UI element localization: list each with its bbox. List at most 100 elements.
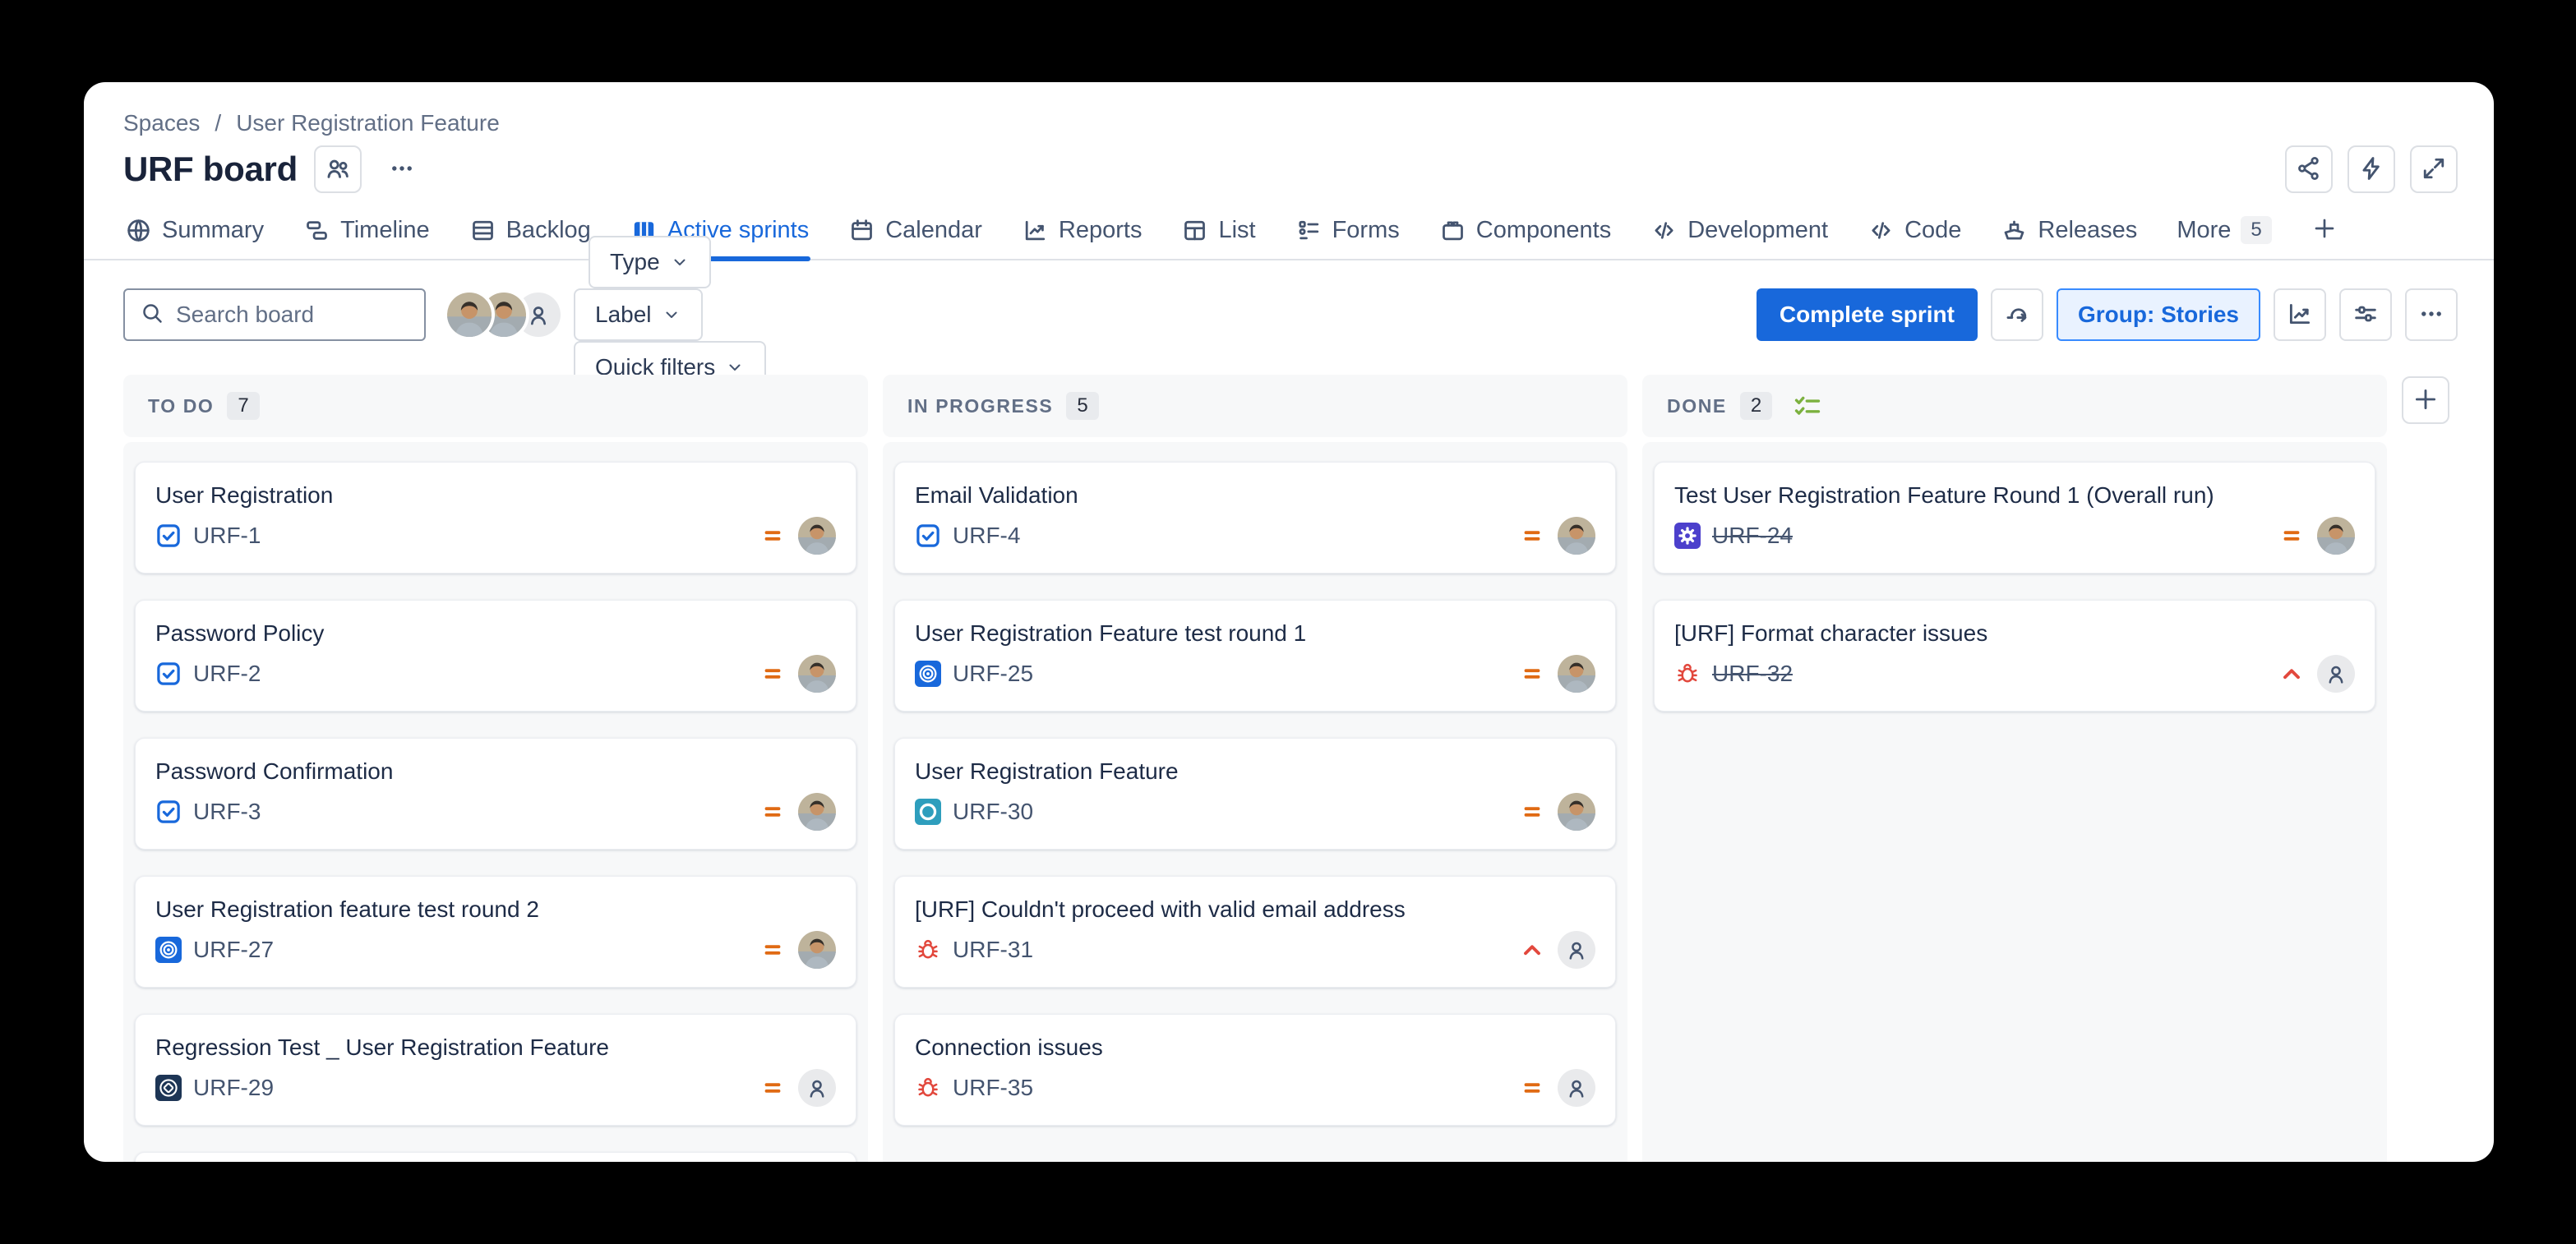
tab-count-badge: 5	[2241, 216, 2271, 244]
group-by-button[interactable]: Group: Stories	[2057, 288, 2260, 341]
card-urf-3[interactable]: Password Confirmation URF-3	[135, 738, 856, 850]
card-urf-35[interactable]: Connection issues URF-35	[894, 1014, 1616, 1126]
share-button[interactable]	[2285, 145, 2333, 193]
card-title: Email Validation	[915, 481, 1595, 509]
card-title: Regression Test _ User Registration Feat…	[155, 1033, 836, 1062]
assignee-avatar-unassigned	[2317, 655, 2355, 693]
card-key: URF-24	[1712, 523, 1793, 549]
tab-timeline[interactable]: Timeline	[302, 210, 432, 259]
card-urf-2[interactable]: Password Policy URF-2	[135, 600, 856, 712]
tab-strip: SummaryTimelineBacklogActive sprintsCale…	[84, 209, 2494, 260]
column-body-todo: User Registration URF-1 Password Policy …	[123, 442, 868, 1162]
add-tab-button[interactable]	[2311, 209, 2338, 259]
add-column-button[interactable]	[2402, 376, 2449, 424]
card-urf-24[interactable]: Test User Registration Feature Round 1 (…	[1654, 462, 2375, 574]
tab-reports[interactable]: Reports	[1020, 210, 1144, 259]
avatar[interactable]	[447, 293, 492, 337]
column-count-badge: 2	[1740, 392, 1772, 420]
reports-icon	[1022, 217, 1049, 244]
app-window: Spaces/User Registration Feature URF boa…	[84, 82, 2494, 1162]
tab-development[interactable]: Development	[1649, 210, 1830, 259]
tab-releases[interactable]: Releases	[1999, 210, 2139, 259]
chevron-down-icon	[662, 305, 681, 325]
complete-sprint-button[interactable]: Complete sprint	[1757, 288, 1978, 341]
automation-button[interactable]	[2347, 145, 2395, 193]
tab-label: Code	[1904, 217, 1961, 244]
code-icon	[1650, 217, 1678, 244]
card-urf-32[interactable]: [URF] Format character issues URF-32	[1654, 600, 2375, 712]
card-meta: URF-1	[155, 517, 836, 555]
toolbar-right: Complete sprint Group: Stories	[1757, 288, 2458, 341]
card-urf-30[interactable]: User Registration Feature URF-30	[894, 738, 1616, 850]
breadcrumb-item[interactable]: User Registration Feature	[236, 110, 500, 136]
breadcrumb: Spaces/User Registration Feature	[123, 110, 500, 136]
assignee-avatar-unassigned	[1558, 931, 1595, 969]
card-key: URF-2	[193, 661, 261, 687]
card-meta: URF-35	[915, 1069, 1595, 1107]
priority-medium-icon	[760, 938, 785, 962]
insights-button[interactable]	[2274, 288, 2326, 341]
people-icon	[324, 154, 352, 185]
board-more-menu-button[interactable]	[378, 145, 426, 193]
tab-label: List	[1218, 217, 1255, 244]
column-header-todo: TO DO 7	[123, 375, 868, 437]
more-icon	[388, 154, 416, 185]
card-urf-4[interactable]: Email Validation URF-4	[894, 462, 1616, 574]
screen: Spaces/User Registration Feature URF boa…	[0, 0, 2576, 1244]
card-key: URF-1	[193, 523, 261, 549]
card-urf-1[interactable]: User Registration URF-1	[135, 462, 856, 574]
assignee-avatar	[1558, 517, 1595, 555]
breadcrumb-item[interactable]: Spaces	[123, 110, 200, 136]
search-box[interactable]	[123, 288, 426, 341]
bug-type-icon	[915, 937, 941, 963]
card-meta: URF-4	[915, 517, 1595, 555]
sprint-button[interactable]	[1991, 288, 2043, 341]
releases-icon	[2001, 217, 2028, 244]
tab-label: Reports	[1059, 217, 1143, 244]
tab-summary[interactable]: Summary	[123, 210, 265, 259]
test-type-icon	[915, 661, 941, 687]
globe-icon	[125, 217, 152, 244]
task-type-icon	[155, 799, 182, 825]
card-meta: URF-2	[155, 655, 836, 693]
tab-bar: SummaryTimelineBacklogActive sprintsCale…	[123, 209, 2454, 259]
tab-list[interactable]: List	[1180, 210, 1257, 259]
assignee-avatar	[798, 931, 836, 969]
column-header-inprogress: IN PROGRESS 5	[883, 375, 1627, 437]
assignee-avatar	[798, 655, 836, 693]
page-title: URF board	[123, 150, 298, 189]
card-title: Connection issues	[915, 1033, 1595, 1062]
fullscreen-button[interactable]	[2410, 145, 2458, 193]
board-header: URF board	[123, 145, 2458, 194]
card-title: User Registration Feature test round 1	[915, 619, 1595, 647]
lightning-icon	[2357, 154, 2385, 185]
board-members-button[interactable]	[314, 145, 362, 193]
tab-forms[interactable]: Forms	[1294, 210, 1401, 259]
tab-label: More	[2177, 217, 2231, 244]
card-urf-27[interactable]: User Registration feature test round 2 U…	[135, 876, 856, 988]
assignee-avatar	[798, 517, 836, 555]
card-urf-25[interactable]: User Registration Feature test round 1 U…	[894, 600, 1616, 712]
list-icon	[1181, 217, 1208, 244]
assignee-avatar-unassigned	[798, 1069, 836, 1107]
header-actions	[2285, 145, 2458, 193]
tab-more[interactable]: More 5	[2175, 210, 2273, 259]
column-inprogress: IN PROGRESS 5 Email Validation URF-4 Use…	[883, 375, 1627, 1162]
label-filter-button[interactable]: Label	[574, 288, 703, 341]
card-title: User Registration Feature	[915, 757, 1595, 786]
assignee-avatar-filter	[447, 293, 561, 337]
board-options-button[interactable]	[2405, 288, 2458, 341]
tab-label: Forms	[1332, 217, 1400, 244]
card-partially-visible[interactable]	[135, 1152, 856, 1162]
tab-code[interactable]: Code	[1866, 210, 1963, 259]
tab-components[interactable]: Components	[1438, 210, 1613, 259]
column-title: IN PROGRESS	[907, 395, 1053, 417]
view-settings-button[interactable]	[2339, 288, 2392, 341]
tab-calendar[interactable]: Calendar	[847, 210, 984, 259]
type-filter-button[interactable]: Type	[589, 236, 711, 288]
card-meta: URF-3	[155, 793, 836, 831]
card-urf-31[interactable]: [URF] Couldn't proceed with valid email …	[894, 876, 1616, 988]
card-urf-29[interactable]: Regression Test _ User Registration Feat…	[135, 1014, 856, 1126]
card-key: URF-30	[953, 799, 1033, 825]
search-input[interactable]	[176, 302, 409, 328]
